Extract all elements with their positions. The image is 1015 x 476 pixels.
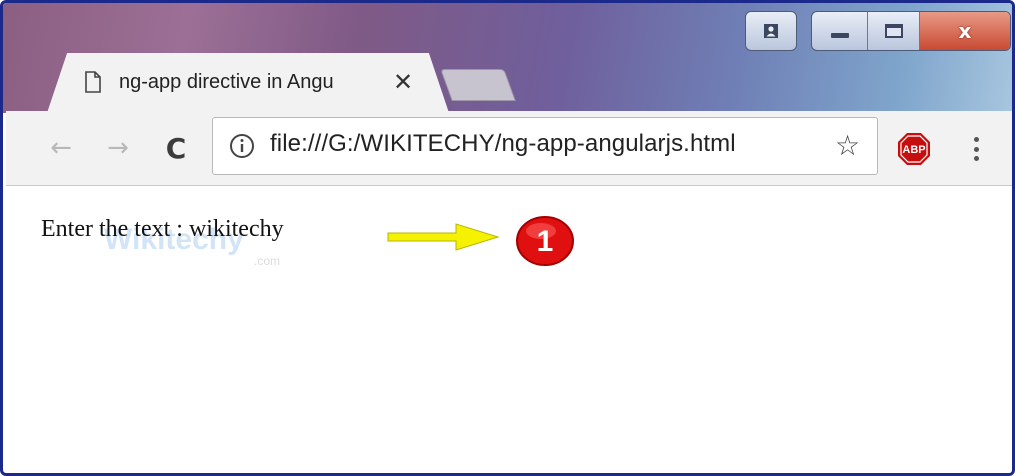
menu-dot (973, 146, 979, 152)
window-controls: x (811, 11, 1011, 51)
menu-dot (973, 156, 979, 161)
adblock-plus-icon[interactable]: ABP (897, 132, 931, 166)
reload-icon[interactable]: C (161, 132, 191, 165)
tab-content: ng-app directive in Angu ✕ (71, 53, 431, 111)
tab-close-icon[interactable]: ✕ (393, 70, 413, 94)
minimize-icon (830, 33, 849, 38)
profile-button[interactable] (746, 12, 796, 50)
url-text[interactable]: file:///G:/WIKITECHY/ng-app-angularjs.ht… (270, 130, 736, 158)
menu-icon[interactable] (968, 133, 984, 165)
page-content: Wikitechy .com Enter the text : wikitech… (6, 186, 1012, 473)
user-icon (764, 24, 778, 38)
abp-label: ABP (902, 144, 925, 156)
maximize-button[interactable] (868, 12, 920, 50)
close-icon: x (958, 19, 972, 43)
browser-toolbar: ← → C file:///G:/WIKITECHY/ng-app-angula… (6, 111, 1012, 186)
output-text: Enter the text : wikitechy (41, 216, 284, 242)
new-tab-button[interactable] (440, 69, 516, 101)
close-window-button[interactable]: x (920, 12, 1010, 50)
arrow-annotation-icon (387, 223, 500, 251)
info-icon[interactable] (229, 133, 255, 159)
document-icon (85, 71, 101, 93)
profile-button-group (745, 11, 797, 51)
badge-number: 1 (537, 225, 554, 258)
number-badge: 1 (516, 216, 574, 266)
svg-text:.com: .com (254, 254, 280, 268)
maximize-icon (884, 24, 903, 38)
tab-title: ng-app directive in Angu (119, 70, 334, 93)
forward-icon[interactable]: → (103, 133, 133, 163)
address-bar[interactable]: file:///G:/WIKITECHY/ng-app-angularjs.ht… (212, 117, 878, 175)
browser-window: x ng-app directive in Angu ✕ ← → C file:… (0, 0, 1015, 476)
bookmark-star-icon[interactable]: ☆ (835, 129, 860, 163)
minimize-button[interactable] (812, 12, 868, 50)
menu-dot (973, 137, 979, 142)
back-icon[interactable]: ← (46, 133, 76, 163)
